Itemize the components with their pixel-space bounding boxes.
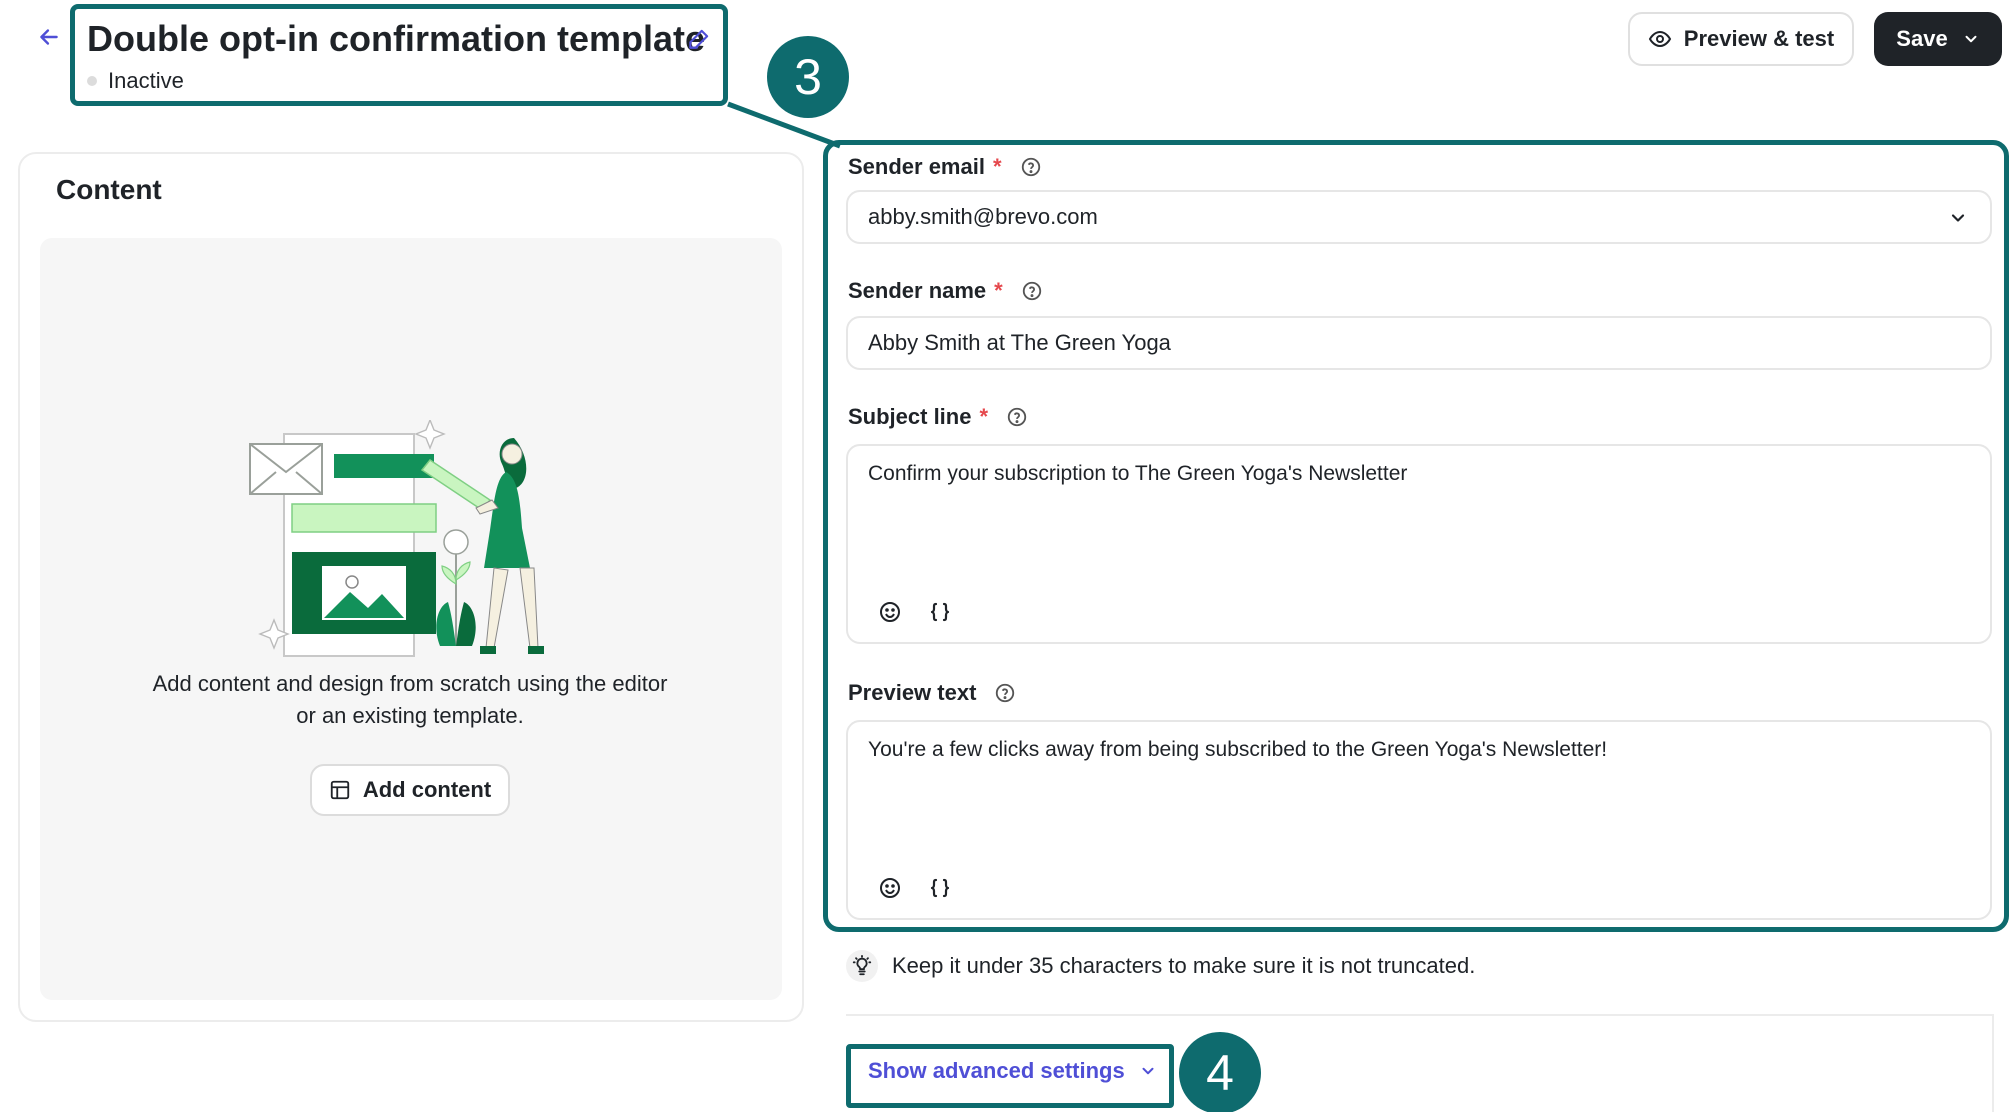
sender-name-label: Sender name * [848, 278, 1043, 304]
required-marker: * [992, 154, 1002, 179]
show-advanced-settings-button[interactable]: Show advanced settings [868, 1058, 1157, 1084]
back-arrow-icon[interactable] [36, 24, 62, 50]
preview-text-textarea[interactable]: You're a few clicks away from being subs… [846, 720, 1992, 920]
layout-icon [330, 780, 349, 800]
hint-text: Keep it under 35 characters to make sure… [892, 953, 1476, 978]
subject-line-label: Subject line * [848, 404, 1028, 430]
emoji-icon[interactable] [878, 600, 902, 624]
subject-line-toolbar [878, 600, 952, 624]
subject-line-textarea[interactable]: Confirm your subscription to The Green Y… [846, 444, 1992, 644]
pencil-icon[interactable] [686, 26, 712, 52]
help-icon[interactable] [1020, 156, 1042, 178]
sender-email-label: Sender email * [848, 154, 1042, 180]
chevron-down-icon [1142, 1067, 1154, 1075]
sender-email-select[interactable]: abby.smith@brevo.com [846, 190, 1992, 244]
advanced-settings-label: Show advanced settings [868, 1058, 1125, 1083]
sender-name-input[interactable]: Abby Smith at The Green Yoga [846, 316, 1992, 370]
preview-test-label: Preview & test [1683, 26, 1835, 51]
sender-name-value: Abby Smith at The Green Yoga [868, 330, 1171, 355]
chevron-down-icon [1965, 35, 1977, 43]
save-label: Save [1896, 26, 1948, 51]
save-button[interactable]: Save [1874, 12, 2002, 66]
preview-text-value: You're a few clicks away from being subs… [868, 738, 1608, 761]
callout-step-3: 3 [767, 36, 849, 118]
status-dot [87, 76, 97, 86]
required-marker: * [994, 278, 1003, 303]
add-content-button[interactable]: Add content [310, 764, 510, 816]
preview-test-button[interactable]: Preview & test [1628, 12, 1854, 66]
chevron-down-icon [1951, 214, 1965, 222]
help-icon[interactable] [1006, 406, 1028, 428]
section-divider-side [1992, 1014, 1994, 1112]
help-icon[interactable] [1021, 280, 1043, 302]
emoji-icon[interactable] [878, 876, 902, 900]
preview-text-toolbar [878, 876, 952, 900]
subject-line-value: Confirm your subscription to The Green Y… [868, 462, 1408, 485]
lightbulb-icon [846, 950, 878, 982]
callout-step-4: 4 [1179, 1032, 1261, 1112]
content-heading: Content [56, 174, 162, 205]
preview-text-hint: Keep it under 35 characters to make sure… [846, 950, 1475, 982]
preview-text-label: Preview text [848, 680, 1016, 706]
page-title: Double opt-in confirmation template [87, 18, 705, 59]
help-icon[interactable] [994, 682, 1016, 704]
braces-icon[interactable] [928, 600, 952, 624]
content-description: Add content and design from scratch usin… [152, 671, 668, 728]
braces-icon[interactable] [928, 876, 952, 900]
eye-icon [1648, 30, 1671, 48]
section-divider [846, 1014, 1992, 1016]
sender-email-value: abby.smith@brevo.com [868, 204, 1098, 229]
required-marker: * [979, 404, 989, 429]
status-badge: Inactive [108, 68, 184, 93]
content-illustration [249, 420, 544, 657]
add-content-label: Add content [362, 777, 492, 802]
